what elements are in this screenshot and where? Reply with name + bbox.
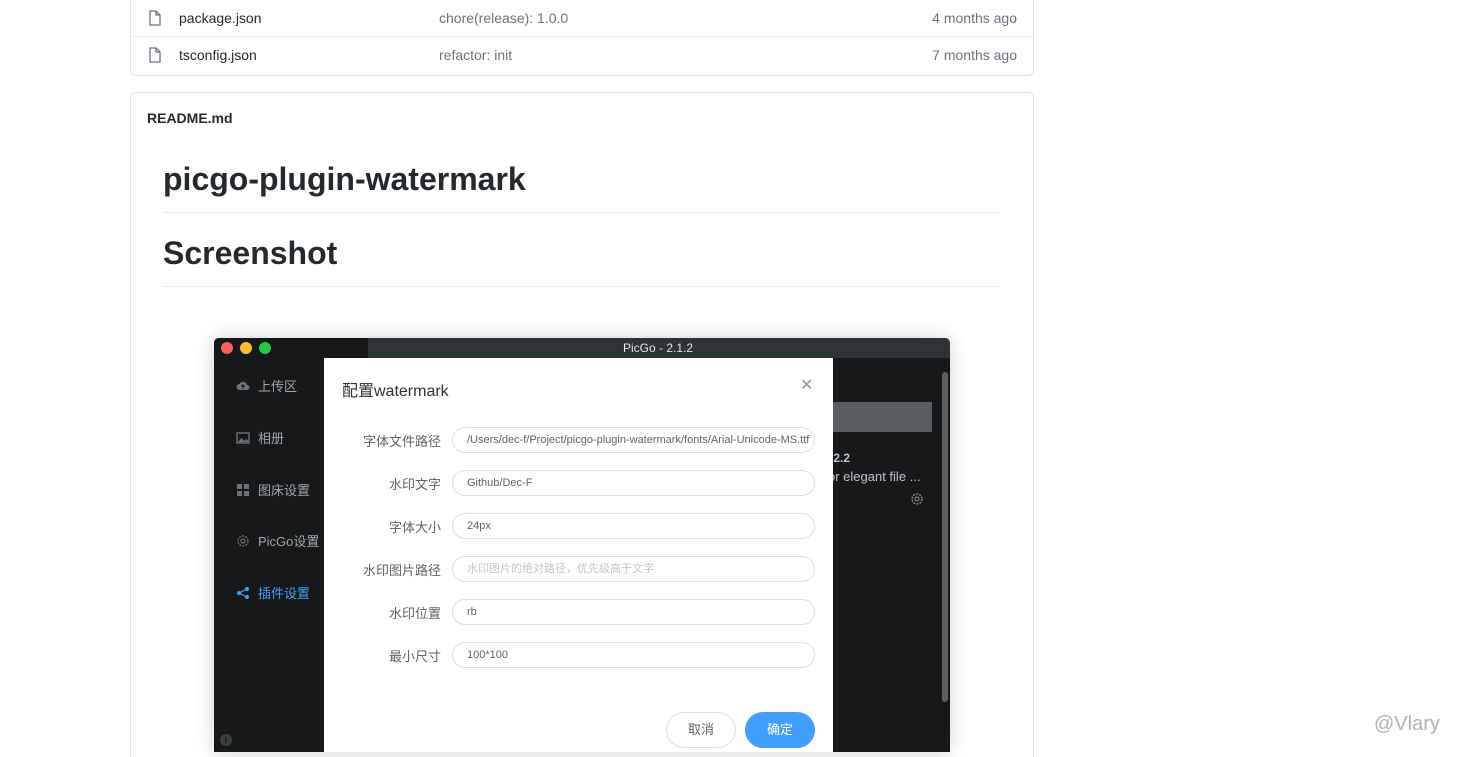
form-row-font-path: 字体文件路径 /Users/dec-f/Project/picgo-plugin… xyxy=(324,427,833,453)
window-title: PicGo - 2.1.2 xyxy=(622,341,694,355)
field-label: 水印位置 xyxy=(388,606,441,621)
file-list: package.json chore(release): 1.0.0 4 mon… xyxy=(130,0,1034,76)
sidebar-label: 插件设置 xyxy=(258,586,311,601)
commit-message[interactable]: refactor: init xyxy=(439,47,512,63)
picture-icon xyxy=(236,432,250,444)
field-label: 水印图片路径 xyxy=(362,563,441,578)
field-label: 水印文字 xyxy=(388,477,441,492)
form-row-text: 水印文字 Github/Dec-F xyxy=(324,470,833,496)
min-size-input: 100*100 xyxy=(452,642,815,668)
close-icon: ✕ xyxy=(800,377,814,394)
sidebar-item-plugins: 插件设置 xyxy=(236,583,310,602)
commit-age: 7 months ago xyxy=(932,47,1017,63)
file-row[interactable]: package.json chore(release): 1.0.0 4 mon… xyxy=(131,0,1033,37)
form-row-image-path: 水印图片路径 水印图片的绝对路径，优先级高于文字 xyxy=(324,556,833,582)
gear-icon xyxy=(237,535,249,547)
plugin-description: or elegant file ... xyxy=(828,469,921,484)
plugin-version: .2.2 xyxy=(830,451,851,465)
watermark-text-input: Github/Dec-F xyxy=(452,470,815,496)
form-row-min-size: 最小尺寸 100*100 xyxy=(324,642,833,668)
sidebar-label: 图床设置 xyxy=(258,483,311,498)
picgo-window-screenshot: PicGo - 2.1.2 上传区 相册 图床设置 PicGo设置 插件设置 .… xyxy=(214,338,950,752)
sidebar-item-gallery: 相册 xyxy=(236,428,284,447)
grid-icon xyxy=(237,484,249,496)
scrollbar xyxy=(942,372,948,702)
form-row-position: 水印位置 rb xyxy=(324,599,833,625)
sidebar-label: 相册 xyxy=(258,431,285,446)
dialog-title: 配置watermark xyxy=(342,383,449,400)
file-icon xyxy=(149,10,161,26)
font-path-input: /Users/dec-f/Project/picgo-plugin-waterm… xyxy=(452,427,815,453)
window-titlebar: PicGo - 2.1.2 xyxy=(214,338,950,358)
cloud-upload-icon xyxy=(236,381,250,390)
image-path-input: 水印图片的绝对路径，优先级高于文字 xyxy=(452,556,815,582)
font-size-input: 24px xyxy=(452,513,815,539)
watermark-text: @Vlary xyxy=(1374,713,1440,735)
sidebar-item-settings: PicGo设置 xyxy=(236,531,319,550)
readme-filename: README.md xyxy=(147,110,233,126)
sidebar-item-upload: 上传区 xyxy=(236,376,297,395)
cancel-button: 取消 xyxy=(666,712,736,748)
form-row-font-size: 字体大小 24px xyxy=(324,513,833,539)
file-icon xyxy=(149,47,161,63)
sidebar-label: 上传区 xyxy=(258,379,298,394)
readme-subheading: Screenshot xyxy=(163,235,1001,287)
plugin-search-bar xyxy=(828,402,932,432)
sidebar-item-picbed: 图床设置 xyxy=(236,480,310,499)
field-label: 字体文件路径 xyxy=(362,434,441,449)
commit-message[interactable]: chore(release): 1.0.0 xyxy=(439,10,568,26)
share-icon xyxy=(237,587,249,599)
readme-heading: picgo-plugin-watermark xyxy=(163,161,1001,213)
field-label: 字体大小 xyxy=(388,520,441,535)
gear-icon xyxy=(911,493,923,505)
file-name[interactable]: tsconfig.json xyxy=(179,47,257,63)
sidebar-label: PicGo设置 xyxy=(258,534,320,549)
commit-age: 4 months ago xyxy=(932,10,1017,26)
position-input: rb xyxy=(452,599,815,625)
file-row[interactable]: tsconfig.json refactor: init 7 months ag… xyxy=(131,37,1033,74)
info-icon: i xyxy=(220,734,232,746)
config-dialog: 配置watermark ✕ 字体文件路径 /Users/dec-f/Projec… xyxy=(324,358,833,752)
file-name[interactable]: package.json xyxy=(179,10,262,26)
confirm-button: 确定 xyxy=(745,712,815,748)
field-label: 最小尺寸 xyxy=(388,649,441,664)
